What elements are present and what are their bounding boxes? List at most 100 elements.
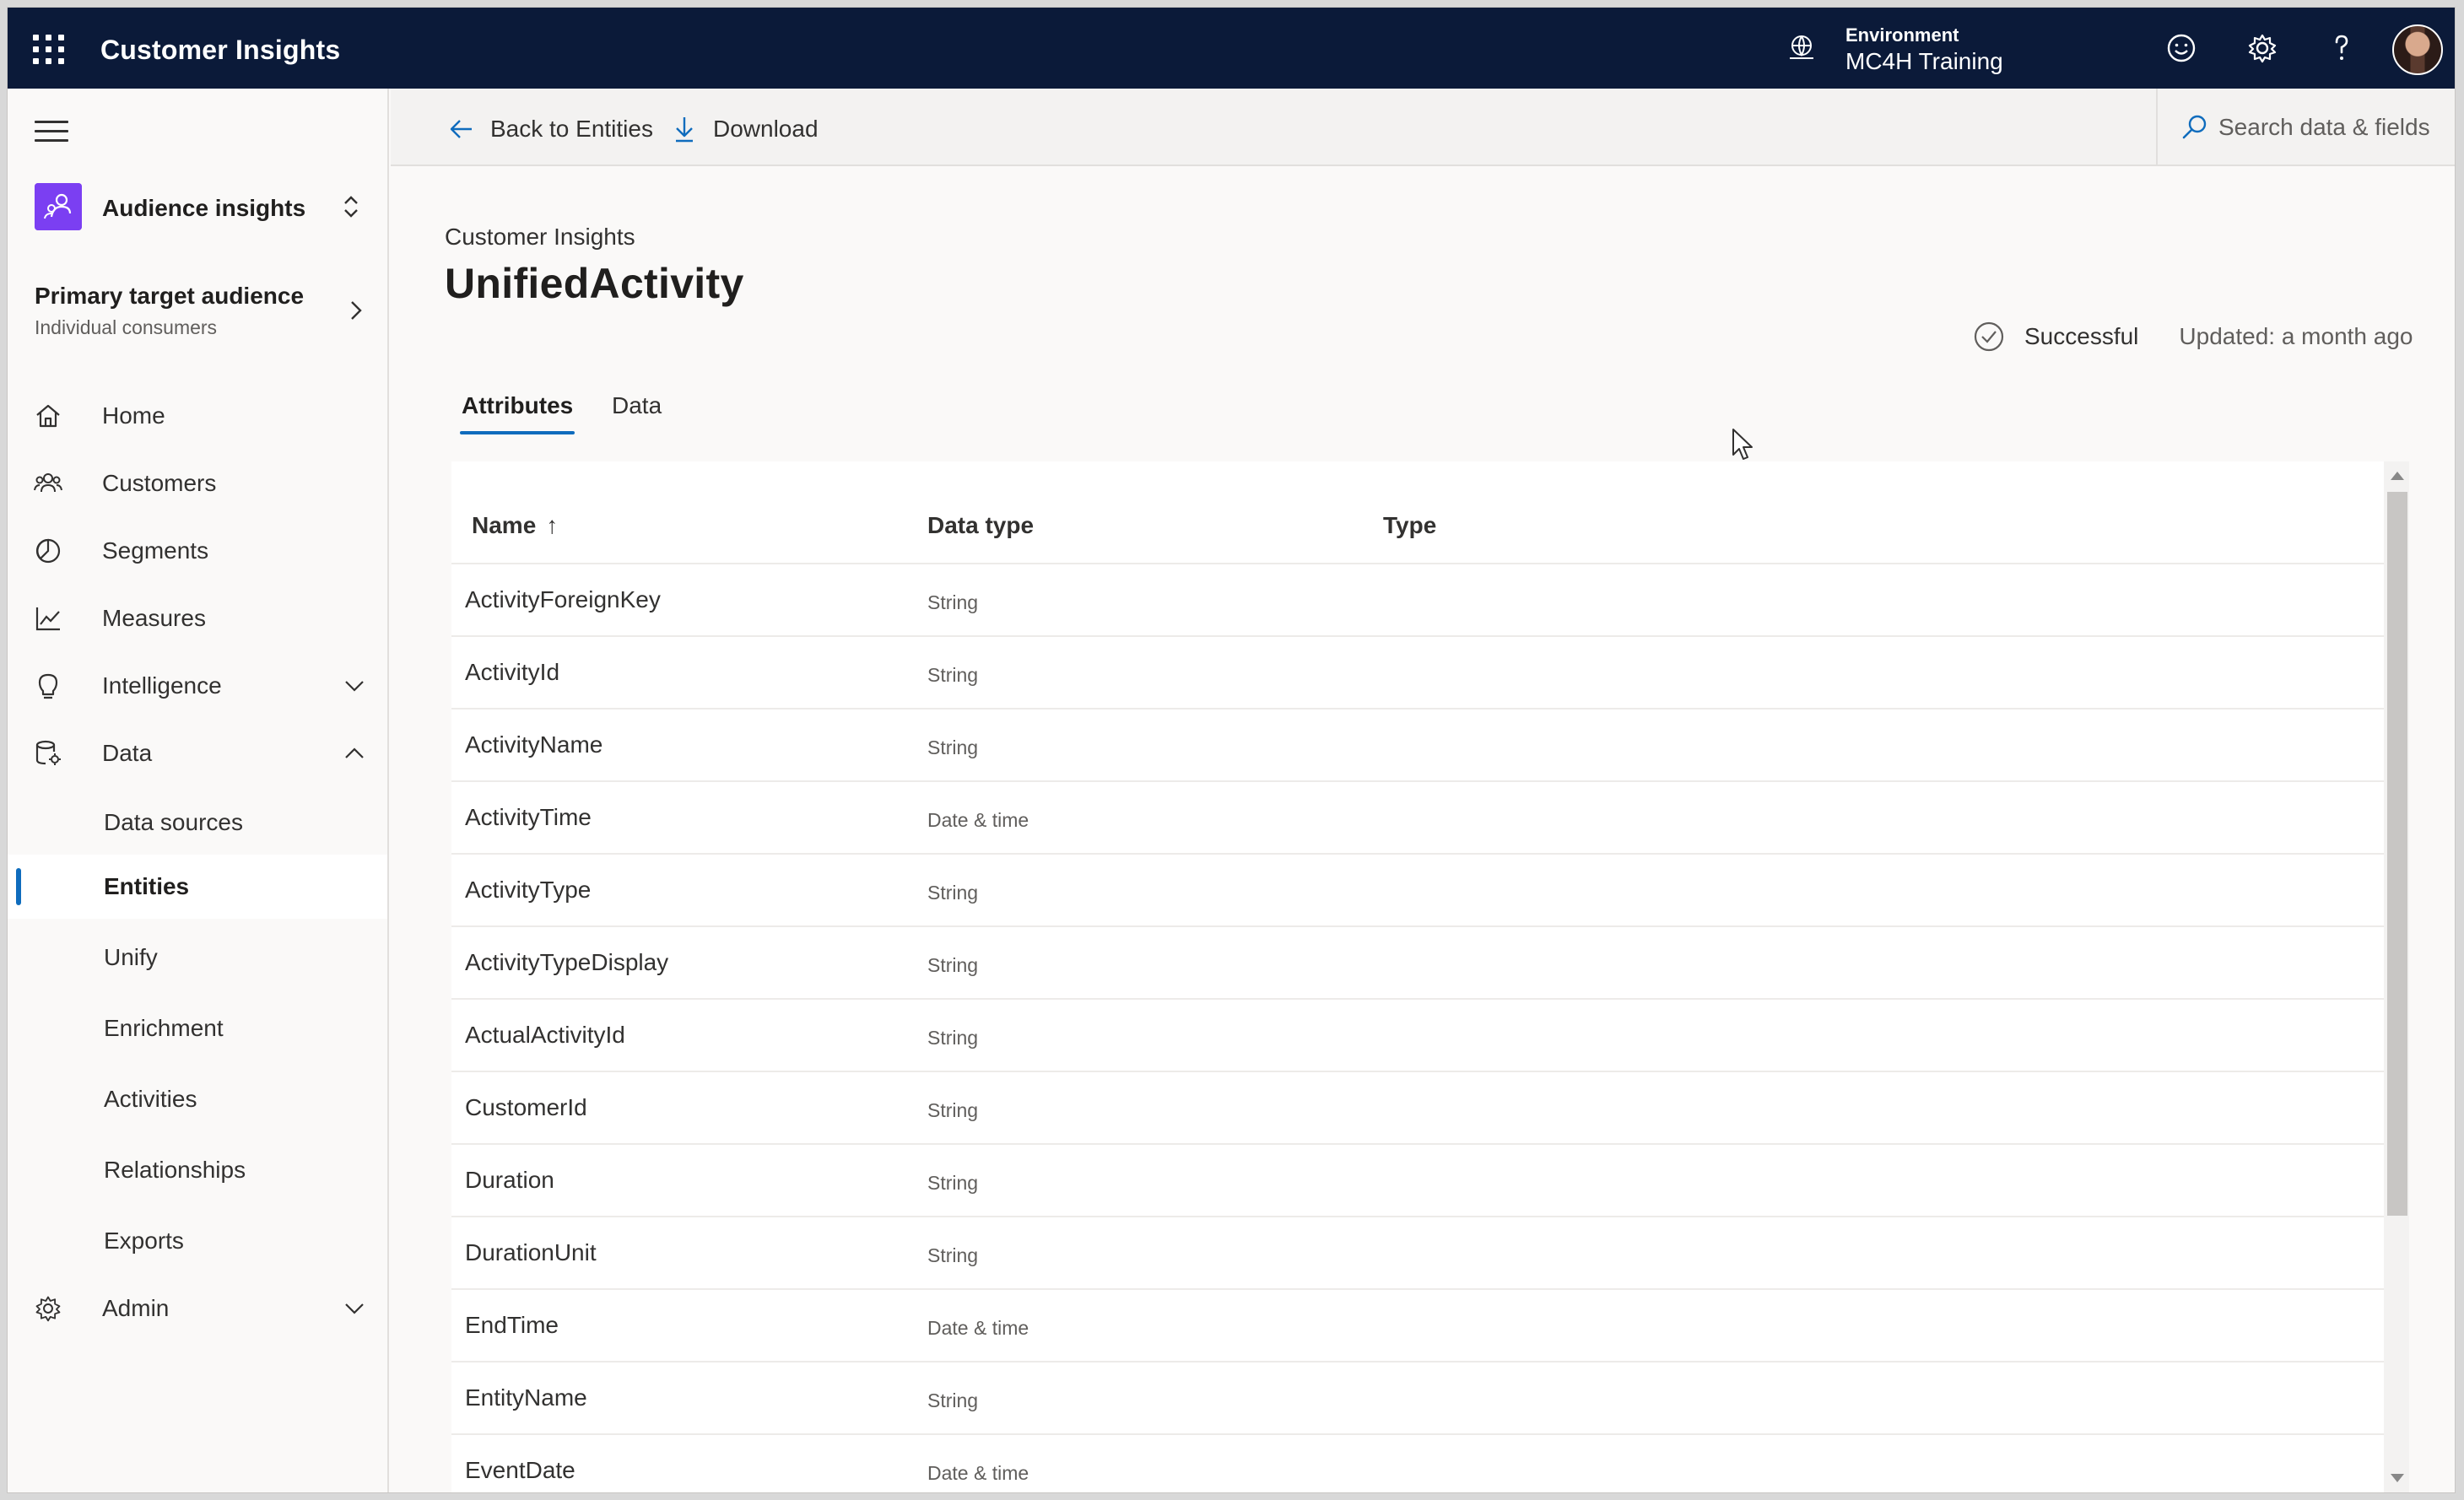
table-row[interactable]: ActivityForeignKey String	[451, 564, 2384, 637]
hamburger-menu-icon[interactable]	[35, 121, 68, 146]
vertical-scrollbar[interactable]	[2384, 461, 2409, 1492]
cell-data-type: Date & time	[927, 809, 1029, 831]
audience-switcher-label: Audience insights	[102, 195, 306, 221]
nav-item-home[interactable]: Home	[8, 386, 387, 446]
search-input[interactable]: Search data & fields	[2156, 89, 2455, 166]
column-header-name[interactable]: Name ↑	[472, 512, 558, 539]
cell-data-type: String	[927, 1172, 979, 1194]
target-audience-title: Primary target audience	[35, 283, 305, 309]
scroll-up-arrow-icon[interactable]	[2391, 472, 2404, 480]
app-title: Customer Insights	[100, 35, 341, 65]
cell-data-type: String	[927, 954, 979, 976]
sidebar: Audience insights Primary target audienc…	[8, 89, 389, 1492]
nav-item-segments[interactable]: Segments	[8, 521, 387, 581]
avatar[interactable]	[2392, 24, 2443, 75]
sidebar-item-label: Activities	[104, 1086, 197, 1112]
scrollbar-thumb[interactable]	[2387, 492, 2407, 1216]
cell-data-type: String	[927, 664, 979, 686]
help-icon[interactable]	[2325, 31, 2359, 65]
table-row[interactable]: ActivityTypeDisplay String	[451, 927, 2384, 1000]
mouse-cursor-icon	[1732, 429, 1753, 460]
environment-value: MC4H Training	[1845, 48, 2003, 74]
cell-data-type: Date & time	[927, 1317, 1029, 1339]
cell-name: Duration	[465, 1167, 554, 1193]
chevron-down-icon	[345, 681, 364, 692]
cell-name: EventDate	[465, 1457, 575, 1483]
cell-name: ActivityTime	[465, 804, 592, 830]
table-row[interactable]: ActivityId String	[451, 637, 2384, 710]
cell-data-type: String	[927, 1244, 979, 1266]
cell-name: ActualActivityId	[465, 1022, 625, 1048]
nav-item-customers[interactable]: Customers	[8, 453, 387, 514]
scroll-down-arrow-icon[interactable]	[2391, 1474, 2404, 1482]
sidebar-item-entities[interactable]: Entities	[8, 855, 387, 919]
breadcrumb: Customer Insights	[445, 224, 635, 250]
sidebar-item-exports[interactable]: Exports	[8, 1209, 387, 1273]
table-row[interactable]: EventDate Date & time	[451, 1435, 2384, 1492]
table-row[interactable]: ActivityTime Date & time	[451, 782, 2384, 855]
target-audience-selector[interactable]: Primary target audience Individual consu…	[35, 283, 372, 342]
sidebar-item-label: Relationships	[104, 1157, 246, 1183]
table-row[interactable]: ActivityType String	[451, 855, 2384, 927]
download-label: Download	[713, 116, 819, 142]
column-header-data-type[interactable]: Data type	[927, 512, 1034, 539]
table-row[interactable]: EntityName String	[451, 1362, 2384, 1435]
cell-name: ActivityForeignKey	[465, 586, 661, 612]
search-icon	[2182, 115, 2207, 139]
chevron-up-icon	[345, 747, 364, 758]
chevron-right-icon	[351, 301, 362, 320]
sidebar-item-enrichment[interactable]: Enrichment	[8, 996, 387, 1060]
sort-ascending-icon: ↑	[546, 512, 559, 538]
nav-label-admin: Admin	[102, 1295, 170, 1321]
cell-name: ActivityName	[465, 731, 603, 758]
customers-icon	[34, 473, 62, 493]
updated-timestamp: Updated: a month ago	[2179, 323, 2413, 349]
top-bar: Customer Insights Environment MC4H Train…	[8, 8, 2455, 89]
gear-icon	[35, 1296, 61, 1322]
cell-name: ActivityTypeDisplay	[465, 949, 669, 975]
table-row[interactable]: ActualActivityId String	[451, 1000, 2384, 1072]
home-icon	[36, 404, 60, 428]
cell-data-type: String	[927, 591, 979, 613]
chevron-up-down-icon	[344, 196, 358, 218]
page-title: UnifiedActivity	[445, 260, 744, 307]
back-to-entities-label: Back to Entities	[490, 116, 653, 142]
segments-icon	[35, 538, 61, 564]
tab-data[interactable]: Data	[612, 392, 662, 434]
arrow-left-icon	[450, 120, 472, 138]
sidebar-item-data-sources[interactable]: Data sources	[8, 790, 387, 855]
nav-item-admin[interactable]: Admin	[8, 1278, 387, 1339]
sidebar-item-activities[interactable]: Activities	[8, 1067, 387, 1131]
lightbulb-icon	[38, 673, 58, 699]
feedback-smiley-icon[interactable]	[2164, 31, 2198, 65]
nav-item-intelligence[interactable]: Intelligence	[8, 656, 387, 716]
cell-name: CustomerId	[465, 1094, 587, 1120]
back-to-entities-button[interactable]: Back to Entities	[446, 112, 653, 146]
sidebar-item-label: Unify	[104, 944, 158, 970]
sidebar-item-label: Entities	[104, 873, 190, 899]
app-window: Customer Insights Environment MC4H Train…	[7, 7, 2456, 1493]
sidebar-item-relationships[interactable]: Relationships	[8, 1138, 387, 1202]
download-button[interactable]: Download	[669, 112, 819, 146]
cell-name: DurationUnit	[465, 1239, 597, 1265]
audience-switcher[interactable]: Audience insights	[35, 183, 372, 230]
column-header-type[interactable]: Type	[1383, 512, 1436, 539]
nav-label-data: Data	[102, 740, 153, 766]
nav-item-measures[interactable]: Measures	[8, 588, 387, 649]
search-placeholder: Search data & fields	[2218, 114, 2430, 140]
tab-attributes[interactable]: Attributes	[459, 392, 575, 434]
sidebar-item-unify[interactable]: Unify	[8, 925, 387, 990]
table-row[interactable]: CustomerId String	[451, 1072, 2384, 1145]
settings-gear-icon[interactable]	[2245, 31, 2279, 65]
waffle-icon[interactable]	[30, 31, 64, 65]
nav-item-data[interactable]: Data	[8, 723, 387, 784]
audience-insights-icon	[35, 183, 82, 230]
table-row[interactable]: ActivityName String	[451, 710, 2384, 782]
cell-data-type: String	[927, 1099, 979, 1121]
status-text: Successful	[2024, 323, 2139, 349]
cell-data-type: String	[927, 1027, 979, 1049]
table-row[interactable]: DurationUnit String	[451, 1217, 2384, 1290]
chevron-down-icon	[345, 1303, 364, 1314]
table-row[interactable]: EndTime Date & time	[451, 1290, 2384, 1362]
table-row[interactable]: Duration String	[451, 1145, 2384, 1217]
